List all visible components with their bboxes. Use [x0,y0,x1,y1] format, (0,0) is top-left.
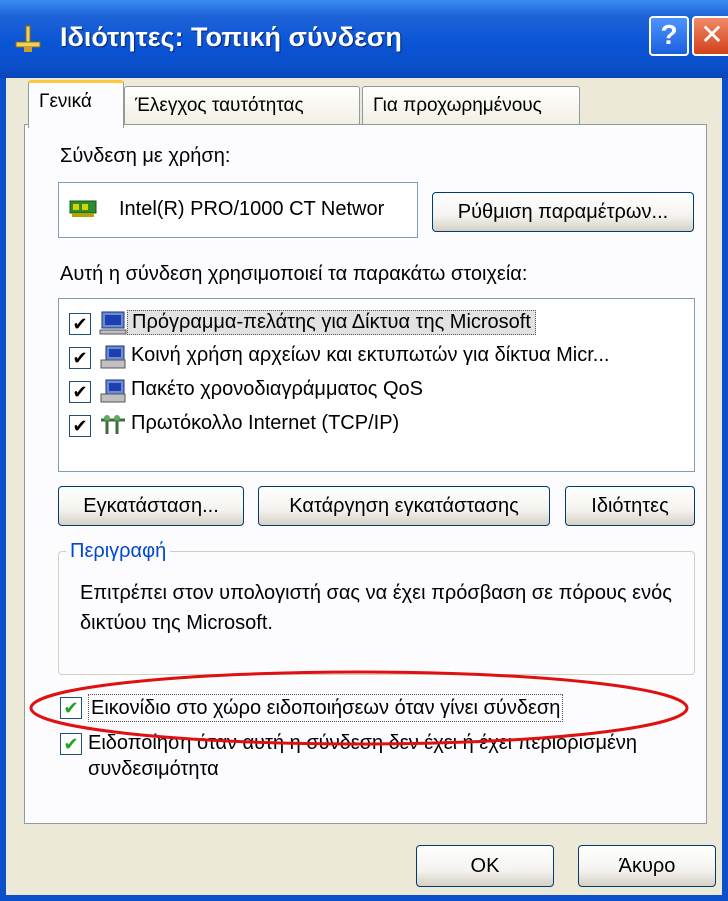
item-checkbox[interactable]: ✔ [69,415,91,437]
components-label: Αυτή η σύνδεση χρησιμοποιεί τα παρακάτω … [60,263,528,285]
window-title: Ιδιότητες: Τοπική σύνδεση [60,22,402,52]
item-label: Πρωτόκολλο Internet (TCP/IP) [131,412,400,434]
item-label: Κοινή χρήση αρχείων και εκτυπωτών για δί… [131,344,610,366]
connect-using-label: Σύνδεση με χρήση: [60,145,231,167]
description-text: Επιτρέπει στον υπολογιστή σας να έχει πρ… [80,582,672,634]
network-card-icon [69,200,97,217]
service-icon [100,345,126,369]
list-item[interactable]: ✔ Κοινή χρήση αρχείων και εκτυπωτών για … [69,341,689,375]
notify-label[interactable]: Ειδοποίηση όταν αυτή η σύνδεση δεν έχει … [88,730,648,782]
adapter-field: Intel(R) PRO/1000 CT Networ [58,182,418,238]
install-button[interactable]: Εγκατάσταση... [58,486,244,526]
tab-general[interactable]: Γενικά [28,80,124,128]
item-label: Πρόγραμμα-πελάτης για Δίκτυα της Microso… [127,310,536,335]
components-list[interactable]: ✔ Πρόγραμμα-πελάτης για Δίκτυα της Micro… [58,298,695,472]
item-checkbox[interactable]: ✔ [69,313,91,335]
notify-checkbox[interactable]: ✔ [60,733,82,755]
network-connection-icon [15,25,41,52]
ok-button[interactable]: OK [416,845,554,887]
protocol-icon [101,415,125,434]
service-icon [100,379,126,403]
show-icon-label[interactable]: Εικονίδιο στο χώρο ειδοποιήσεων όταν γίν… [88,694,564,722]
tab-advanced[interactable]: Για προχωρημένους [362,86,580,126]
item-checkbox[interactable]: ✔ [69,347,91,369]
configure-button[interactable]: Ρύθμιση παραμέτρων... [432,192,694,232]
help-button[interactable]: ? [649,16,689,56]
list-item[interactable]: ✔ Πακέτο χρονοδιαγράμματος QoS [69,375,689,409]
close-button[interactable]: ✕ [692,16,728,56]
properties-button[interactable]: Ιδιότητες [565,486,695,526]
window-border-right [722,78,728,901]
list-item[interactable]: ✔ Πρωτόκολλο Internet (TCP/IP) [69,409,689,443]
title-bar[interactable]: Ιδιότητες: Τοπική σύνδεση ? ✕ [0,0,728,78]
cancel-button[interactable]: Άκυρο [578,845,716,887]
client-icon [99,311,127,335]
window-border-left [0,78,6,901]
item-checkbox[interactable]: ✔ [69,381,91,403]
uninstall-button[interactable]: Κατάργηση εγκατάστασης [258,486,550,526]
window-border-bottom [0,895,728,901]
item-label: Πακέτο χρονοδιαγράμματος QoS [131,378,423,400]
properties-dialog: Ιδιότητες: Τοπική σύνδεση ? ✕ Γενικά Έλε… [0,0,728,901]
list-item[interactable]: ✔ Πρόγραμμα-πελάτης για Δίκτυα της Micro… [69,307,689,341]
show-icon-checkbox[interactable]: ✔ [60,697,82,719]
adapter-name: Intel(R) PRO/1000 CT Networ [119,198,385,220]
description-title: Περιγραφή [66,540,171,563]
tab-authentication[interactable]: Έλεγχος ταυτότητας [124,86,360,126]
